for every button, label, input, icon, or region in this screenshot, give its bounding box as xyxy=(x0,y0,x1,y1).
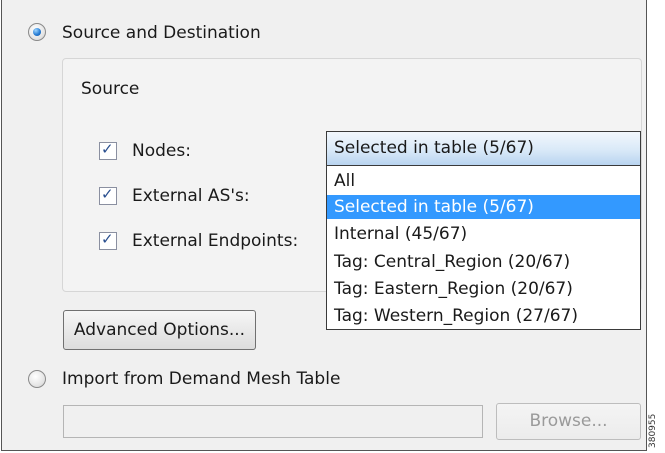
dropdown-option-central-region[interactable]: Tag: Central_Region (20/67) xyxy=(327,250,640,274)
dropdown-option-selected-in-table[interactable]: Selected in table (5/67) xyxy=(327,195,640,219)
external-endpoints-checkbox[interactable]: ✓ xyxy=(99,230,117,250)
nodes-checkbox[interactable]: ✓ xyxy=(99,140,117,160)
source-destination-radio[interactable] xyxy=(28,23,46,41)
external-endpoints-label: External Endpoints: xyxy=(132,231,299,251)
dropdown-option-all[interactable]: All xyxy=(327,169,640,193)
external-as-checkbox[interactable]: ✓ xyxy=(99,185,117,205)
source-group-title: Source xyxy=(81,79,140,99)
nodes-filter-dropdown-list: All Selected in table (5/67) Internal (4… xyxy=(326,166,641,330)
dropdown-option-eastern-region[interactable]: Tag: Eastern_Region (20/67) xyxy=(327,277,640,301)
external-as-label: External AS's: xyxy=(132,186,250,206)
checkmark-icon: ✓ xyxy=(101,185,114,203)
browse-button[interactable]: Browse... xyxy=(496,403,641,440)
demand-mesh-file-input[interactable] xyxy=(63,405,483,438)
dropdown-option-internal[interactable]: Internal (45/67) xyxy=(327,222,640,246)
import-demand-mesh-radio[interactable] xyxy=(28,370,46,388)
advanced-options-button[interactable]: Advanced Options... xyxy=(63,310,256,350)
checkmark-icon: ✓ xyxy=(101,230,114,248)
figure-code: 380955 xyxy=(648,413,658,448)
dialog-panel: Source and Destination Source ✓ Nodes: ✓… xyxy=(1,0,647,451)
nodes-label: Nodes: xyxy=(132,141,191,161)
checkmark-icon: ✓ xyxy=(101,140,114,158)
dropdown-option-western-region[interactable]: Tag: Western_Region (27/67) xyxy=(327,304,640,328)
nodes-filter-dropdown[interactable]: Selected in table (5/67) xyxy=(326,131,641,166)
import-demand-mesh-label[interactable]: Import from Demand Mesh Table xyxy=(62,369,340,389)
source-destination-label[interactable]: Source and Destination xyxy=(62,23,261,43)
